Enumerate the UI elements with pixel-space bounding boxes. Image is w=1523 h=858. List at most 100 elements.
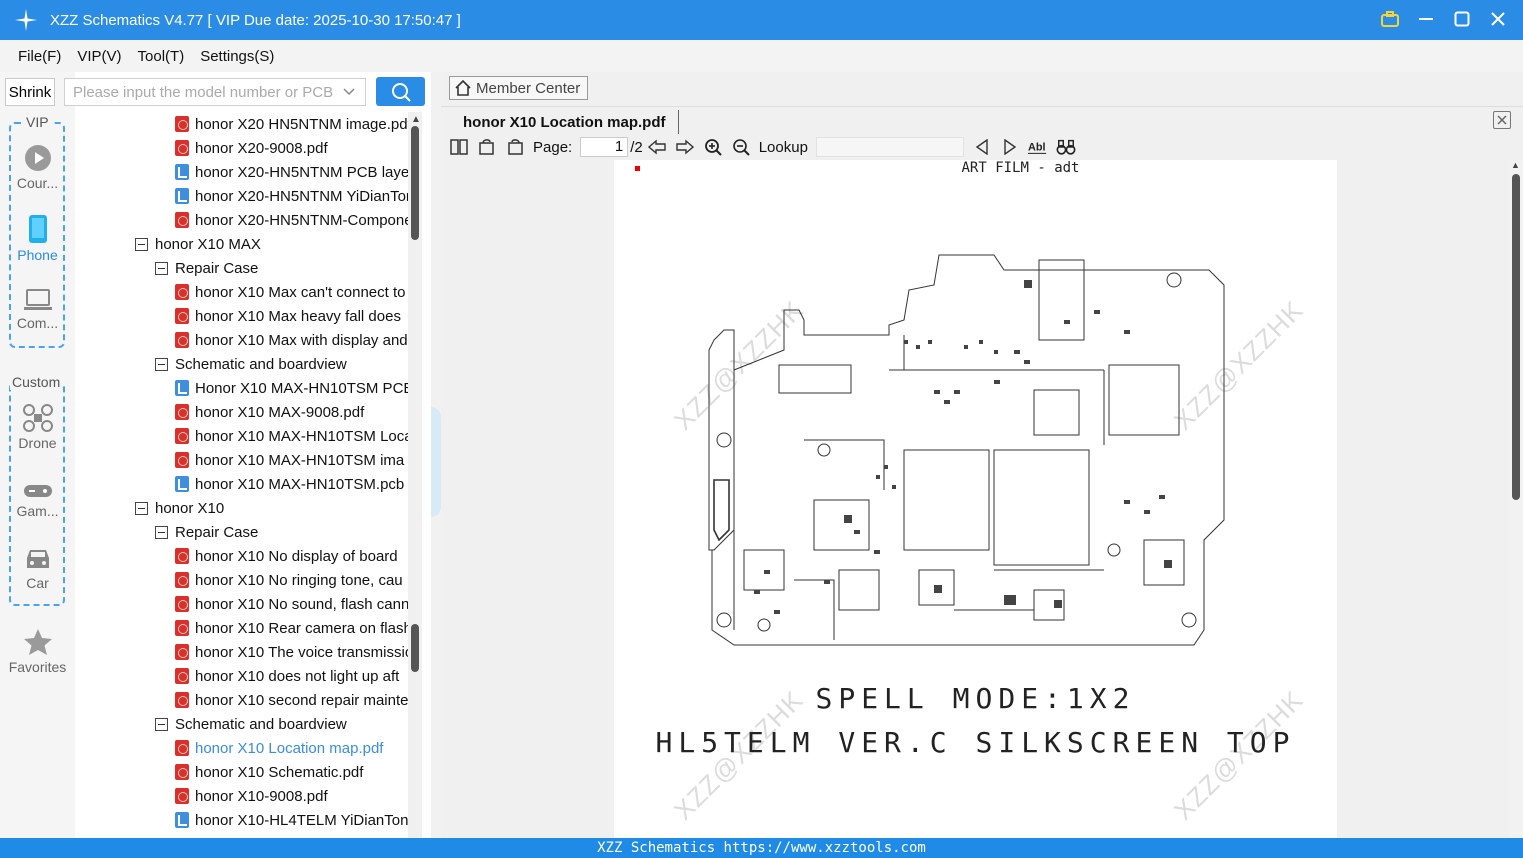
menu-tool[interactable]: Tool(T) xyxy=(138,48,185,65)
member-center-button[interactable]: Member Center xyxy=(449,76,588,100)
page-number-input[interactable]: 1 xyxy=(580,137,629,157)
tree-file[interactable]: honor X20 HN5NTNM image.pdf xyxy=(175,112,408,136)
tree-file[interactable]: honor X10-9008.pdf xyxy=(175,784,328,808)
tree-file[interactable]: honor X10 Max heavy fall does xyxy=(175,304,401,328)
scroll-up-icon[interactable]: ▲ xyxy=(411,114,421,125)
pcb-file-icon xyxy=(175,476,189,492)
chevron-down-icon[interactable] xyxy=(343,88,355,96)
rail-item-computer-label: Com... xyxy=(16,315,59,331)
tree-scroll-thumb[interactable] xyxy=(411,126,419,240)
tree-file[interactable]: honor X20-HN5NTNM YiDianTong xyxy=(175,184,408,208)
binoculars-icon[interactable] xyxy=(1056,137,1076,157)
tree-file[interactable]: honor X10 Max with display and xyxy=(175,328,408,352)
tree-scrollbar[interactable]: ▲ xyxy=(408,112,422,838)
search-next-icon[interactable] xyxy=(1000,137,1020,157)
tree-item-label: Schematic and boardview xyxy=(175,715,347,733)
tree-file[interactable]: honor X10 MAX-HN10TSM.pcb xyxy=(175,472,404,496)
maximize-button[interactable] xyxy=(1451,8,1473,30)
rail-item-favorites-label: Favorites xyxy=(8,659,67,675)
tree-file[interactable]: honor X10-HL4TELM YiDianTon xyxy=(175,808,408,832)
match-case-icon[interactable]: Abl xyxy=(1027,137,1048,157)
tree-file[interactable]: honor X20-HN5NTNM-Componen xyxy=(175,208,408,232)
tab-location-map[interactable]: honor X10 Location map.pdf xyxy=(451,110,679,134)
tree-item-label: honor X10 No display of board xyxy=(195,547,398,565)
zoom-in-icon[interactable] xyxy=(703,137,723,157)
pdf-page[interactable]: ART FILM - adt XZZ@XZZHK XZZ@XZZHK XZZ@X… xyxy=(614,160,1337,838)
tree-item-label: honor X10 xyxy=(155,499,225,517)
tree-file[interactable]: honor X10 The voice transmissio xyxy=(175,640,408,664)
menu-file[interactable]: File(F) xyxy=(18,48,61,65)
tree-folder[interactable]: Schematic and boardview xyxy=(155,712,347,736)
menu-vip[interactable]: VIP(V) xyxy=(77,48,121,65)
rail-item-course[interactable]: Cour... xyxy=(0,144,75,191)
tree-file[interactable]: Honor X10 MAX-HN10TSM PCE xyxy=(175,376,408,400)
two-page-icon[interactable] xyxy=(449,137,469,157)
close-tab-icon[interactable] xyxy=(1493,111,1511,129)
tree-file[interactable]: honor X10 No sound, flash cann xyxy=(175,592,408,616)
collapse-icon[interactable] xyxy=(155,525,168,539)
pdf-file-icon xyxy=(175,668,189,684)
rotate-left-icon[interactable] xyxy=(477,137,497,157)
rail-item-phone-label: Phone xyxy=(17,247,58,263)
tree-file[interactable]: honor X10 MAX-9008.pdf xyxy=(175,400,364,424)
rail-item-game[interactable]: Gam... xyxy=(0,482,75,519)
pcb-silkscreen-drawing xyxy=(708,254,1225,646)
collapse-icon[interactable] xyxy=(155,357,168,371)
search-prev-icon[interactable] xyxy=(972,137,992,157)
tree-folder[interactable]: Schematic and boardview xyxy=(155,352,347,376)
tree-file[interactable]: honor X10 Location map.pdf xyxy=(175,736,383,760)
tree-file[interactable]: honor X10 MAX-HN10TSM ima xyxy=(175,448,404,472)
rail-item-computer[interactable]: Com... xyxy=(0,288,75,331)
search-button[interactable] xyxy=(376,77,425,106)
tree-folder[interactable]: honor X10 MAX xyxy=(135,232,261,256)
close-button[interactable] xyxy=(1487,8,1509,30)
tree-item-label: honor X10 Max heavy fall does xyxy=(195,307,401,325)
rail-item-drone[interactable]: Drone xyxy=(0,404,75,451)
collapse-icon[interactable] xyxy=(155,717,168,731)
tree-file[interactable]: honor X10 No ringing tone, cau xyxy=(175,568,403,592)
zoom-out-icon[interactable] xyxy=(731,137,751,157)
tree-file[interactable]: honor X20-HN5NTNM PCB layer.pc xyxy=(175,160,408,184)
document-scroll-thumb[interactable] xyxy=(1512,174,1520,500)
phone-icon xyxy=(28,215,47,243)
document-scrollbar[interactable]: ▲ xyxy=(1509,160,1523,838)
rail-item-car[interactable]: Car xyxy=(0,546,75,591)
collapse-tab[interactable] xyxy=(431,407,441,517)
tree-item-label: honor X10 MAX-HN10TSM.pcb xyxy=(195,475,405,493)
tree-folder[interactable]: honor X10 xyxy=(135,496,224,520)
tree-item-label: honor X20-9008.pdf xyxy=(195,139,328,157)
collapse-icon[interactable] xyxy=(135,237,148,251)
doc-scroll-up-icon[interactable]: ▲ xyxy=(1511,160,1520,170)
lookup-input[interactable] xyxy=(815,137,964,157)
rotate-right-icon[interactable] xyxy=(505,137,525,157)
tree-folder[interactable]: Repair Case xyxy=(155,520,258,544)
search-input[interactable]: Please input the model number or PCB xyxy=(64,78,366,106)
menu-settings[interactable]: Settings(S) xyxy=(200,48,274,65)
rail-item-phone[interactable]: Phone xyxy=(0,214,75,263)
minimize-button[interactable] xyxy=(1415,8,1437,30)
tree-file[interactable]: honor X20-9008.pdf xyxy=(175,136,328,160)
tree-file[interactable]: honor X10 Max can't connect to xyxy=(175,280,406,304)
tree-file[interactable]: honor X10 Schematic.pdf xyxy=(175,760,363,784)
shrink-button[interactable]: Shrink xyxy=(5,78,55,106)
tree-scroll-thumb-2[interactable] xyxy=(411,624,419,672)
tree-file[interactable]: honor X10 Rear camera on flash xyxy=(175,616,408,640)
prev-page-icon[interactable] xyxy=(647,137,667,157)
tree-file[interactable]: honor X10 second repair mainte xyxy=(175,688,408,712)
panel-splitter[interactable] xyxy=(431,72,441,838)
home-icon xyxy=(455,79,471,96)
tree-folder[interactable]: Repair Case xyxy=(155,256,258,280)
collapse-icon[interactable] xyxy=(155,261,168,275)
pdf-file-icon xyxy=(175,212,189,228)
tree-file[interactable]: honor X10 does not light up aft xyxy=(175,664,399,688)
rail-item-favorites[interactable]: Favorites xyxy=(0,628,75,675)
car-icon xyxy=(26,550,49,568)
tree-item-label: honor X20-HN5NTNM PCB layer.pc xyxy=(195,163,408,181)
next-page-icon[interactable] xyxy=(675,137,695,157)
tree-file[interactable]: honor X10 No display of board xyxy=(175,544,398,568)
pdf-file-icon xyxy=(175,788,189,804)
title-bar: XZZ Schematics V4.77 [ VIP Due date: 202… xyxy=(0,0,1523,40)
briefcase-icon[interactable] xyxy=(1379,8,1401,30)
collapse-icon[interactable] xyxy=(135,501,148,515)
tree-file[interactable]: honor X10 MAX-HN10TSM Loca xyxy=(175,424,408,448)
